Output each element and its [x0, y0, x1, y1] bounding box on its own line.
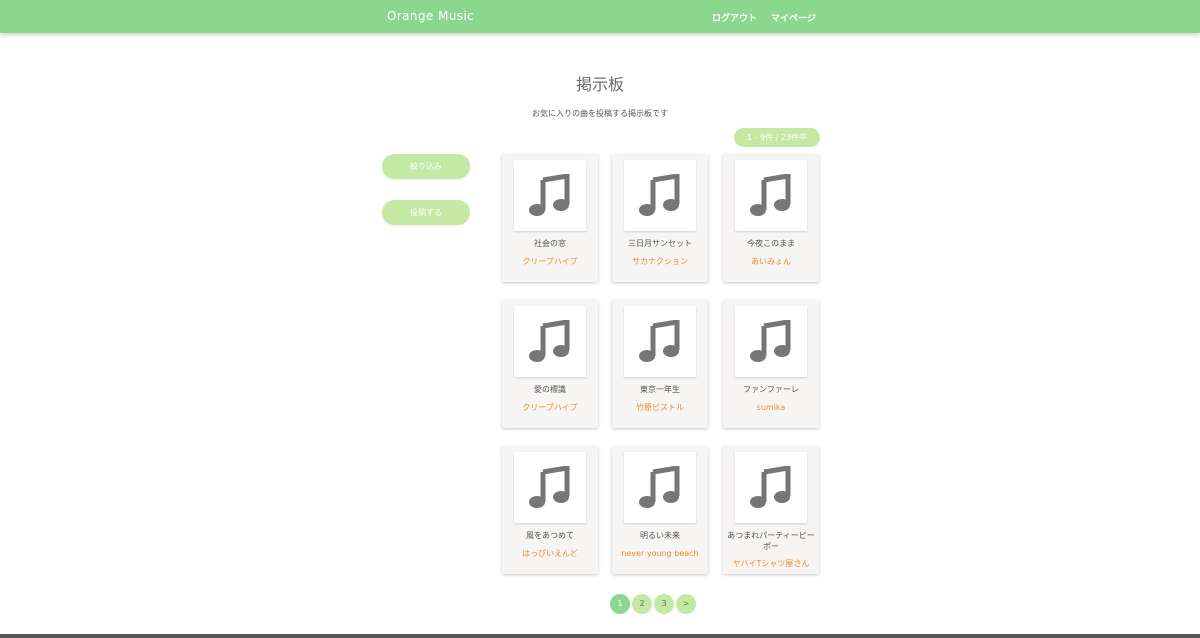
pagination-page-3[interactable]: 3	[654, 594, 674, 614]
page-description: お気に入りの曲を投稿する掲示板です	[532, 109, 668, 118]
logout-link[interactable]: ログアウト	[712, 11, 757, 24]
post-thumbnail	[514, 160, 586, 231]
music-note-icon	[529, 174, 570, 216]
song-title: 明るい未来	[640, 531, 680, 540]
song-title: ファンファーレ	[743, 385, 799, 394]
filter-button[interactable]: 絞り込み	[382, 154, 470, 179]
post-card[interactable]: 愛の標識 クリープハイプ	[502, 300, 598, 428]
artist-name: サカナクション	[632, 257, 688, 266]
artist-name: sumika	[756, 403, 786, 412]
post-thumbnail	[735, 160, 807, 231]
result-count-badge: 1 - 9件 / 23件中	[734, 128, 820, 147]
pagination-page-2[interactable]: 2	[632, 594, 652, 614]
music-note-icon	[639, 466, 680, 508]
song-title: 今夜このまま	[747, 239, 795, 248]
post-card[interactable]: 風をあつめて はっぴいえんど	[502, 446, 598, 574]
post-card[interactable]: 社会の窓 クリープハイプ	[502, 154, 598, 282]
post-thumbnail	[735, 452, 807, 523]
song-title: あつまれパーティーピーポー	[727, 531, 815, 551]
artist-name: クリープハイプ	[522, 257, 578, 266]
music-note-icon	[529, 320, 570, 362]
pagination-next-button[interactable]: >	[676, 594, 696, 614]
post-card[interactable]: 東京一年生 竹原ピストル	[612, 300, 708, 428]
music-note-icon	[639, 320, 680, 362]
music-note-icon	[750, 174, 791, 216]
artist-name: クリープハイプ	[522, 403, 578, 412]
post-card[interactable]: あつまれパーティーピーポー ヤバイTシャツ屋さん	[723, 446, 819, 574]
music-note-icon	[529, 466, 570, 508]
brand-logo[interactable]: Orange Music	[387, 9, 474, 23]
music-note-icon	[639, 174, 680, 216]
mypage-link[interactable]: マイページ	[771, 11, 816, 24]
artist-name: あいみょん	[751, 257, 791, 266]
song-title: 東京一年生	[640, 385, 680, 394]
post-thumbnail	[624, 452, 696, 523]
artist-name: ヤバイTシャツ屋さん	[732, 559, 810, 568]
post-card[interactable]: ファンファーレ sumika	[723, 300, 819, 428]
pagination-page-1[interactable]: 1	[610, 594, 630, 614]
artist-name: never young beach	[621, 549, 699, 558]
artist-name: 竹原ピストル	[636, 403, 684, 412]
post-thumbnail	[514, 452, 586, 523]
song-title: 三日月サンセット	[628, 239, 692, 248]
artist-name: はっぴいえんど	[522, 549, 578, 558]
post-thumbnail	[514, 306, 586, 377]
post-card[interactable]: 三日月サンセット サカナクション	[612, 154, 708, 282]
post-button[interactable]: 投稿する	[382, 200, 470, 225]
song-title: 風をあつめて	[526, 531, 574, 540]
post-thumbnail	[624, 160, 696, 231]
post-card[interactable]: 今夜このまま あいみょん	[723, 154, 819, 282]
song-title: 愛の標識	[534, 385, 566, 394]
post-thumbnail	[735, 306, 807, 377]
post-thumbnail	[624, 306, 696, 377]
song-title: 社会の窓	[534, 239, 566, 248]
page-title: 掲示板	[575, 75, 624, 94]
music-note-icon	[750, 320, 791, 362]
bottom-edge-bar	[0, 634, 1200, 638]
music-note-icon	[750, 466, 791, 508]
top-navbar: Orange Music ログアウト マイページ	[0, 0, 1200, 33]
post-card[interactable]: 明るい未来 never young beach	[612, 446, 708, 574]
